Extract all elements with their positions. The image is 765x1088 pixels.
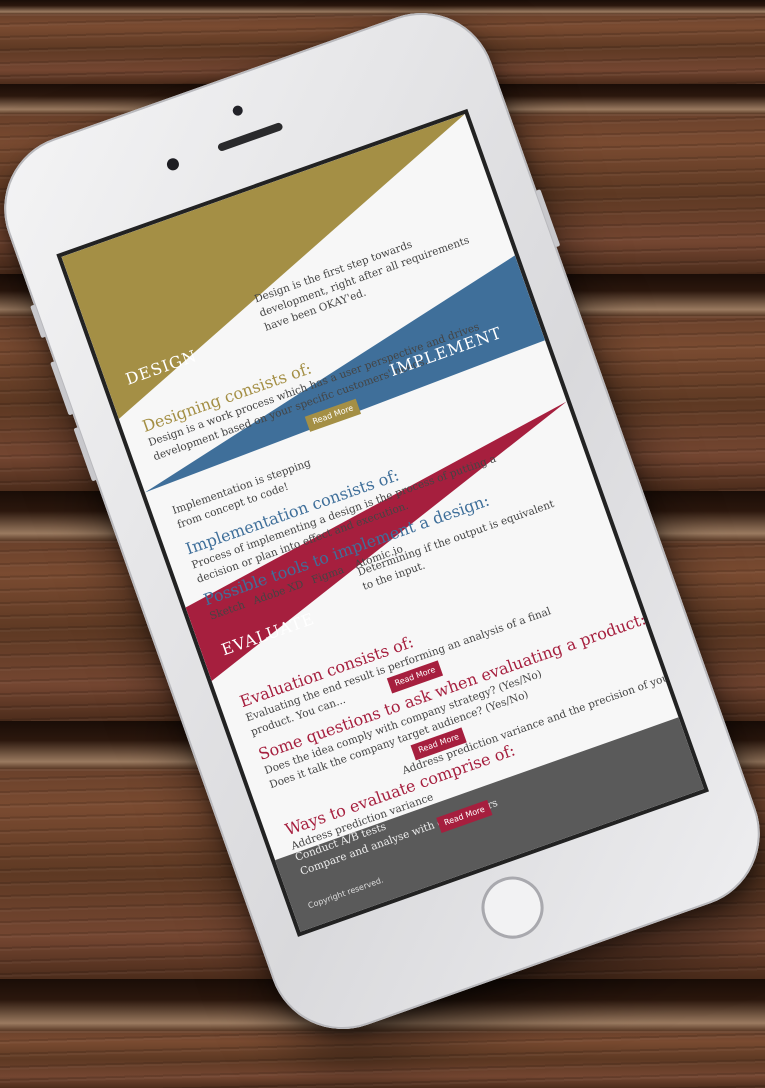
bench-gap [0, 0, 765, 14]
copyright-text: Copyright reserved. [306, 875, 385, 911]
ways-read-more-button[interactable]: Read More [436, 799, 493, 834]
sensor-icon [165, 156, 181, 172]
speaker-icon [216, 121, 284, 153]
home-button-icon[interactable] [472, 868, 553, 948]
camera-icon [231, 104, 245, 117]
bench-plank [0, 1031, 765, 1088]
